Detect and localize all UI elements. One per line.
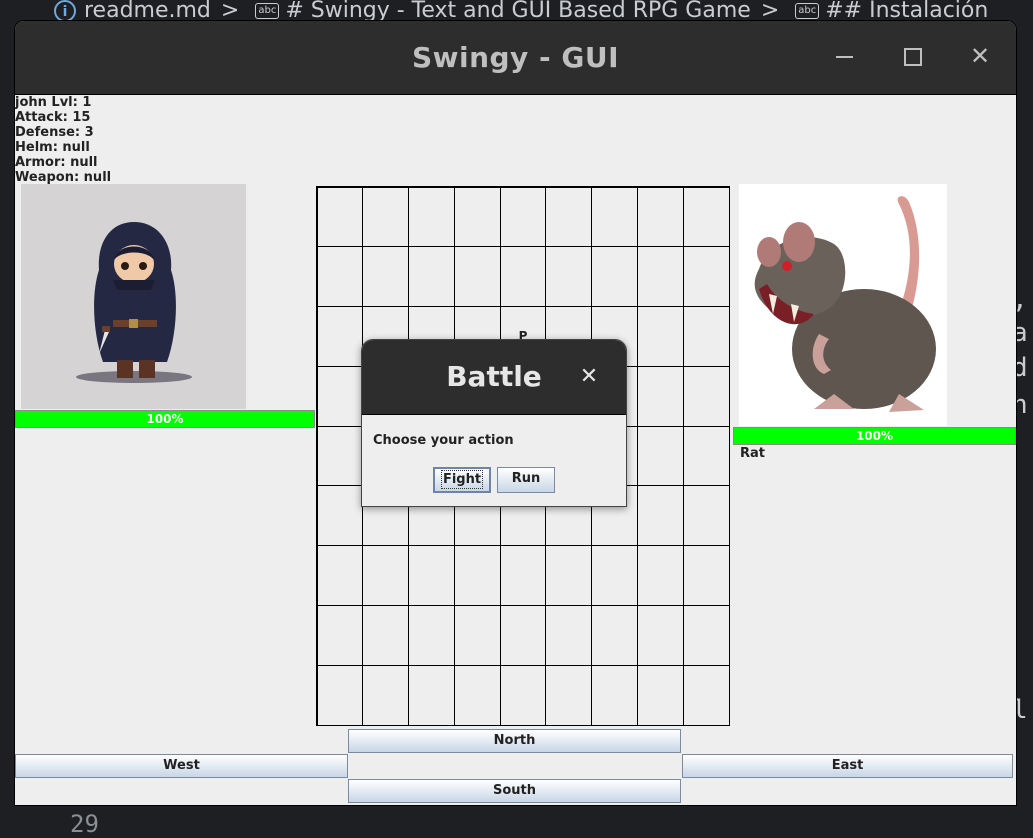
map-cell [362, 664, 410, 726]
map-cell [316, 186, 364, 248]
map-cell [362, 604, 410, 666]
map-cell [636, 425, 684, 487]
breadcrumb-h1[interactable]: # Swingy - Text and GUI Based RPG Game [285, 0, 750, 22]
dialog-message: Choose your action [373, 433, 514, 448]
map-cell [408, 604, 455, 666]
map-cell [453, 186, 501, 248]
chevron-right-icon: > [760, 0, 780, 22]
breadcrumb-file[interactable]: readme.md [84, 0, 211, 22]
hero-portrait [21, 184, 246, 409]
map-cell [316, 545, 364, 606]
map-cell [682, 485, 730, 547]
map-cell [591, 186, 638, 248]
abc-icon: abc [795, 3, 820, 19]
map-cell [408, 664, 455, 726]
map-cell [636, 246, 684, 308]
map-cell [636, 664, 684, 726]
abc-icon: abc [255, 3, 280, 19]
fight-button-label: Fight [440, 470, 484, 489]
map-cell [682, 306, 730, 367]
map-cell [682, 186, 730, 248]
map-cell [316, 664, 364, 726]
map-cell [499, 604, 547, 666]
hero-armor: Armor: null [15, 155, 98, 170]
map-cell [453, 664, 501, 726]
map-cell [408, 246, 455, 308]
map-cell [591, 664, 638, 726]
map-cell [545, 604, 593, 666]
run-button[interactable]: Run [497, 467, 555, 493]
map-cell [682, 425, 730, 487]
map-cell [636, 365, 684, 427]
map-cell [636, 545, 684, 606]
map-cell [499, 664, 547, 726]
map-cell [591, 545, 638, 606]
map-cell [682, 664, 730, 726]
map-cell [362, 545, 410, 606]
hero-attack: Attack: 15 [15, 110, 91, 125]
map-cell [499, 186, 547, 248]
map-cell [316, 306, 364, 367]
map-cell [362, 246, 410, 308]
map-cell [682, 246, 730, 308]
map-cell [316, 365, 364, 427]
east-button[interactable]: East [682, 754, 1013, 778]
map-cell [545, 186, 593, 248]
close-icon[interactable]: ✕ [965, 41, 995, 71]
map-cell [453, 246, 501, 308]
north-button[interactable]: North [348, 729, 681, 753]
battle-dialog: Battle ✕ Choose your action Fight Run [361, 339, 627, 507]
map-cell [316, 425, 364, 487]
map-cell [453, 604, 501, 666]
map-cell [408, 545, 455, 606]
chevron-right-icon: > [220, 0, 240, 22]
breadcrumb-h2[interactable]: ## Instalación [825, 0, 988, 22]
info-icon: i [54, 0, 76, 22]
map-cell [545, 246, 593, 308]
fight-button[interactable]: Fight [433, 467, 491, 493]
map-cell [545, 664, 593, 726]
close-icon[interactable]: ✕ [576, 362, 602, 392]
enemy-portrait [739, 184, 947, 426]
window-title: Swingy - GUI [411, 41, 620, 74]
map-cell [316, 485, 364, 547]
west-button[interactable]: West [15, 754, 348, 778]
map-cell [316, 246, 364, 308]
map-cell [545, 545, 593, 606]
enemy-name: Rat [740, 446, 765, 461]
hero-name-level: john Lvl: 1 [15, 95, 92, 110]
map-cell [682, 365, 730, 427]
map-cell [682, 545, 730, 606]
dialog-titlebar[interactable]: Battle ✕ [362, 340, 626, 415]
hero-weapon: Weapon: null [15, 170, 112, 185]
map-cell [591, 246, 638, 308]
hero-defense: Defense: 3 [15, 125, 94, 140]
minimize-icon[interactable] [829, 41, 859, 71]
map-cell [636, 604, 684, 666]
map-cell [636, 485, 684, 547]
map-cell [453, 545, 501, 606]
map-cell [636, 186, 684, 248]
map-cell [682, 604, 730, 666]
hero-helm: Helm: null [15, 140, 90, 155]
map-cell [499, 545, 547, 606]
enemy-health-bar: 100% [733, 427, 1016, 445]
map-cell [591, 604, 638, 666]
south-button[interactable]: South [348, 779, 681, 803]
window-titlebar[interactable]: Swingy - GUI ✕ [15, 21, 1016, 95]
map-cell [316, 604, 364, 666]
maximize-icon[interactable] [897, 41, 927, 71]
editor-breadcrumb: i readme.md > abc # Swingy - Text and GUI Ba… [0, 0, 1033, 22]
hero-health-bar: 100% [15, 410, 315, 428]
hero-stats: john Lvl: 1 Attack: 15 Defense: 3 Helm: … [15, 95, 111, 185]
map-cell [636, 306, 684, 367]
map-cell [408, 186, 455, 248]
map-cell [362, 186, 410, 248]
map-cell [499, 246, 547, 308]
